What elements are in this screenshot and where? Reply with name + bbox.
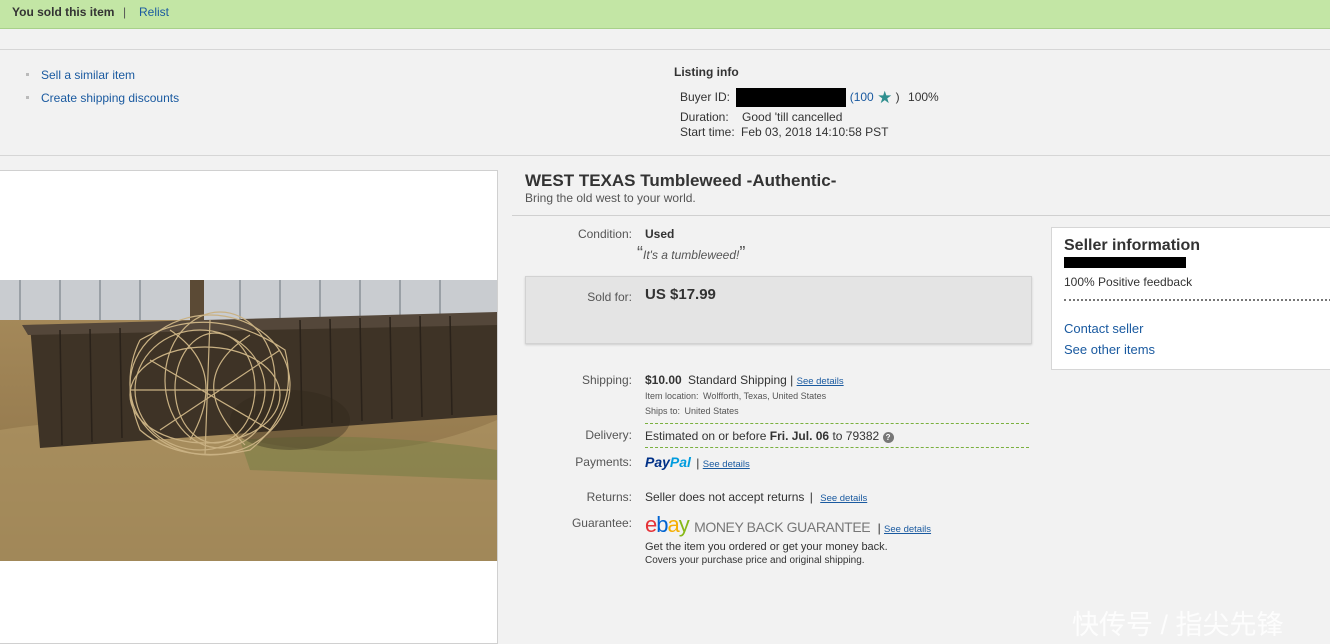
- condition-value: Used: [645, 227, 675, 241]
- returns-label: Returns:: [586, 490, 632, 504]
- shipping-label: Shipping:: [581, 373, 632, 387]
- seller-actions: Sell a similar item Create shipping disc…: [24, 66, 179, 112]
- listing-info: Listing info Buyer ID: (100 ★ ) 100% Dur…: [674, 65, 939, 140]
- guarantee-line2: Covers your purchase price and original …: [645, 555, 865, 566]
- contact-seller-link[interactable]: Contact seller: [1064, 321, 1143, 336]
- guarantee-label: Guarantee:: [571, 516, 632, 530]
- redacted-seller-name: [1064, 257, 1186, 268]
- shipping-cost: $10.00: [645, 373, 682, 387]
- buyer-row: Buyer ID: (100 ★ ) 100%: [680, 87, 939, 108]
- guarantee-value: ebay MONEY BACK GUARANTEE | See details: [645, 512, 931, 538]
- help-icon[interactable]: ?: [882, 432, 894, 443]
- payments-value: PayPal | See details: [645, 454, 750, 470]
- condition-note-text: It's a tumbleweed!: [643, 248, 740, 262]
- ebay-b: b: [656, 512, 668, 537]
- ebay-a: a: [667, 512, 680, 537]
- item-image-panel: [0, 170, 498, 644]
- divider: [512, 215, 1330, 216]
- guarantee-title: MONEY BACK GUARANTEE: [694, 519, 871, 535]
- ships-to-value: United States: [684, 406, 739, 416]
- item-photo[interactable]: [0, 280, 497, 561]
- divider: [645, 423, 1029, 424]
- shipping-value: $10.00 Standard Shipping | See details: [645, 373, 844, 387]
- sold-status-text: You sold this item: [12, 5, 115, 19]
- delivery-label: Delivery:: [585, 428, 632, 442]
- status-banner: You sold this item | Relist: [0, 0, 1330, 29]
- watermark: 快传号 / 指尖先锋: [1072, 610, 1284, 640]
- seller-info-panel: Seller information 100% Positive feedbac…: [1051, 227, 1330, 370]
- paypal-logo: PayPal: [645, 454, 691, 470]
- quote-close: ”: [739, 243, 746, 263]
- start-time-row: Start time: Feb 03, 2018 14:10:58 PST: [680, 125, 939, 140]
- delivery-date: Fri. Jul. 06: [769, 429, 830, 443]
- see-other-items-link[interactable]: See other items: [1064, 342, 1155, 357]
- item-location-label: Item location:: [645, 391, 699, 401]
- condition-label: Condition:: [577, 227, 632, 241]
- buyer-feedback-percent: 100%: [908, 90, 939, 104]
- shipping-method: Standard Shipping: [688, 373, 787, 387]
- divider: [0, 49, 1330, 50]
- seller-feedback: 100% Positive feedback: [1064, 275, 1193, 289]
- ebay-y: y: [678, 512, 690, 537]
- delivery-prefix: Estimated on or before: [645, 429, 767, 443]
- item-title: WEST TEXAS Tumbleweed -Authentic-: [525, 171, 837, 190]
- returns-value: Seller does not accept returns | See det…: [645, 490, 867, 504]
- ebay-logo: ebay: [645, 512, 690, 537]
- sold-for-label: Sold for:: [587, 290, 632, 304]
- divider: [1064, 299, 1330, 301]
- payments-label: Payments:: [575, 455, 632, 469]
- sell-similar-link[interactable]: Sell a similar item: [41, 68, 135, 82]
- item-location: Item location: Wolfforth, Texas, United …: [645, 391, 826, 401]
- listing-info-heading: Listing info: [674, 65, 739, 79]
- divider: [645, 447, 1029, 448]
- action-item: Sell a similar item: [24, 66, 179, 89]
- start-time-label: Start time:: [680, 125, 735, 139]
- item-subtitle: Bring the old west to your world.: [525, 191, 696, 205]
- ships-to: Ships to: United States: [645, 406, 739, 416]
- relist-link[interactable]: Relist: [139, 0, 169, 24]
- returns-policy: Seller does not accept returns: [645, 490, 805, 504]
- paypal-pay: Pay: [645, 454, 670, 470]
- divider: [0, 155, 1330, 156]
- buyer-feedback-score-link[interactable]: (100: [850, 90, 874, 104]
- condition-note: “It's a tumbleweed!”: [637, 243, 745, 264]
- star-icon: ★: [877, 87, 893, 107]
- start-time-value: Feb 03, 2018 14:10:58 PST: [741, 125, 889, 139]
- redacted-buyer-id: [736, 88, 847, 108]
- returns-see-details-link[interactable]: See details: [820, 493, 867, 504]
- bar: |: [877, 521, 881, 535]
- duration-row: Duration: Good 'till cancelled: [680, 110, 939, 125]
- banner-separator: |: [123, 5, 127, 19]
- sold-price: US $17.99: [645, 286, 716, 303]
- delivery-suffix: to 79382: [832, 429, 880, 443]
- bar: |: [809, 490, 813, 504]
- create-shipping-discounts-link[interactable]: Create shipping discounts: [41, 91, 179, 105]
- item-location-value: Wolfforth, Texas, United States: [703, 391, 827, 401]
- shipping-see-details-link[interactable]: See details: [797, 376, 844, 387]
- duration-label: Duration:: [680, 110, 729, 124]
- ships-to-label: Ships to:: [645, 406, 681, 416]
- guarantee-line1: Get the item you ordered or get your mon…: [645, 541, 888, 553]
- action-item: Create shipping discounts: [24, 89, 179, 112]
- bar: |: [696, 456, 700, 470]
- buyer-id-label: Buyer ID:: [680, 90, 731, 104]
- bar: |: [790, 373, 794, 387]
- paypal-pal: Pal: [669, 454, 691, 470]
- feedback-close: ): [895, 90, 900, 104]
- payments-see-details-link[interactable]: See details: [703, 459, 750, 470]
- sold-price-box: [525, 276, 1032, 344]
- ebay-e: e: [645, 512, 657, 537]
- seller-info-heading: Seller information: [1064, 237, 1201, 254]
- duration-value: Good 'till cancelled: [742, 110, 843, 124]
- guarantee-see-details-link[interactable]: See details: [884, 524, 931, 535]
- delivery-value: Estimated on or before Fri. Jul. 06 to 7…: [645, 429, 894, 443]
